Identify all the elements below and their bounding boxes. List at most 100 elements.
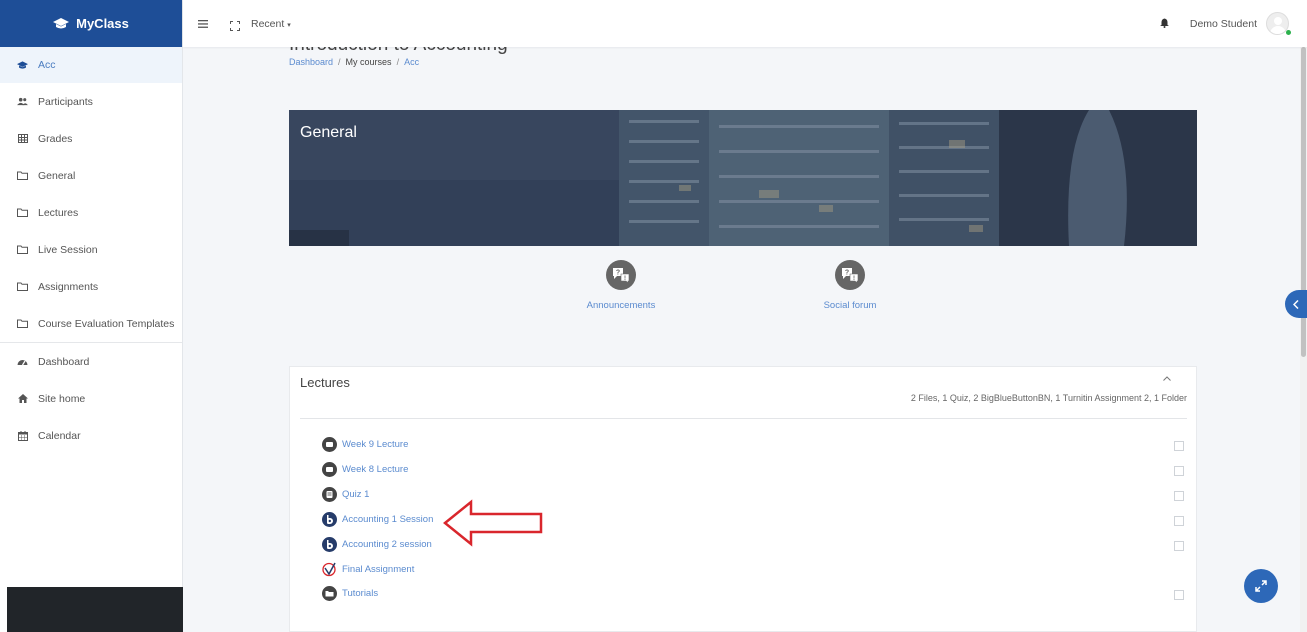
folder-icon: [17, 170, 28, 181]
hamburger-menu-icon[interactable]: [198, 17, 210, 31]
sidebar-item-site-home[interactable]: Site home: [0, 380, 182, 417]
dashboard-icon: [17, 356, 28, 367]
folder-icon: [17, 281, 28, 292]
completion-checkbox[interactable]: [1174, 590, 1184, 600]
section-banner: General: [289, 110, 1197, 246]
sidebar-item-label: Site home: [38, 392, 86, 405]
sidebar-item-assignments[interactable]: Assignments: [0, 268, 182, 305]
forum-icon: ?!: [835, 260, 865, 290]
breadcrumb-acc[interactable]: Acc: [404, 57, 419, 67]
graduation-cap-icon: [53, 17, 70, 28]
topbar: Recent ▾ Demo Student: [183, 0, 1307, 47]
breadcrumb-dashboard[interactable]: Dashboard: [289, 57, 333, 67]
completion-checkbox[interactable]: [1174, 541, 1184, 551]
breadcrumb: Dashboard / My courses / Acc: [289, 57, 419, 67]
section-divider: [300, 418, 1187, 419]
fullscreen-icon[interactable]: [230, 18, 242, 31]
recent-dropdown[interactable]: Recent ▾: [251, 18, 291, 30]
users-icon: [17, 96, 28, 107]
folder-icon: [17, 207, 28, 218]
sidebar-item-calendar[interactable]: Calendar: [0, 417, 182, 454]
brand-name: MyClass: [76, 16, 129, 31]
completion-checkbox[interactable]: [1174, 491, 1184, 501]
user-name[interactable]: Demo Student: [1190, 18, 1257, 30]
folder-icon: [17, 318, 28, 329]
banner-title: General: [300, 124, 357, 141]
brand-logo[interactable]: MyClass: [0, 0, 182, 47]
user-area: Demo Student: [1159, 0, 1289, 47]
file-icon: [322, 437, 337, 452]
sidebar-item-label: Course Evaluation Templates: [38, 317, 175, 330]
expand-arrows-icon: [1255, 580, 1267, 592]
sidebar-item-grades[interactable]: Grades: [0, 120, 182, 157]
sidebar-footer: [7, 587, 183, 632]
activity-label: Week 8 Lecture: [342, 464, 409, 475]
activity-label: Accounting 2 session: [342, 539, 432, 550]
breadcrumb-separator: /: [396, 57, 400, 67]
sidebar-item-dashboard[interactable]: Dashboard: [0, 343, 182, 380]
calendar-icon: [17, 430, 28, 441]
activity-week-9-lecture[interactable]: Week 9 Lecture: [322, 437, 408, 452]
banner-image: [289, 110, 1197, 246]
expand-button[interactable]: [1244, 569, 1278, 603]
bigbluebutton-icon: [322, 537, 337, 552]
drawer-toggle-chevron-left-icon[interactable]: [1285, 290, 1307, 318]
online-status-dot: [1286, 30, 1291, 35]
home-icon: [17, 393, 28, 404]
sidebar-item-lectures[interactable]: Lectures: [0, 194, 182, 231]
section-summary: 2 Files, 1 Quiz, 2 BigBlueButtonBN, 1 Tu…: [910, 393, 1187, 403]
activity-label: Week 9 Lecture: [342, 439, 409, 450]
announcements-activity[interactable]: ?! Announcements: [566, 260, 676, 311]
completion-checkbox[interactable]: [1174, 441, 1184, 451]
sidebar-item-participants[interactable]: Participants: [0, 83, 182, 120]
graduation-cap-icon: [17, 60, 28, 71]
sidebar-item-course-evaluation-templates[interactable]: Course Evaluation Templates: [0, 305, 182, 342]
sidebar-item-acc[interactable]: Acc: [0, 47, 182, 83]
bigbluebutton-icon: [322, 512, 337, 527]
activity-label: Accounting 1 Session: [342, 514, 434, 525]
sidebar-item-general[interactable]: General: [0, 157, 182, 194]
sidebar-item-label: Assignments: [38, 280, 99, 293]
svg-text:!: !: [853, 276, 855, 282]
svg-text:?: ?: [845, 270, 849, 277]
sidebar-item-live-session[interactable]: Live Session: [0, 231, 182, 268]
svg-text:!: !: [624, 276, 626, 282]
activity-quiz-1[interactable]: Quiz 1: [322, 487, 369, 502]
social-forum-activity[interactable]: ?! Social forum: [795, 260, 905, 311]
forum-icon: ?!: [606, 260, 636, 290]
breadcrumb-separator: /: [338, 57, 341, 67]
announcements-label: Announcements: [586, 300, 656, 311]
lectures-section: Lectures 2 Files, 1 Quiz, 2 BigBlueButto…: [289, 366, 1197, 632]
activity-week-8-lecture[interactable]: Week 8 Lecture: [322, 462, 408, 477]
annotation-arrow-icon: [443, 499, 543, 547]
activity-tutorials[interactable]: Tutorials: [322, 586, 378, 601]
svg-text:?: ?: [616, 270, 620, 277]
sidebar-item-label: Participants: [38, 95, 93, 108]
page-scrollbar[interactable]: [1300, 47, 1307, 632]
activity-label: Final Assignment: [342, 564, 415, 575]
social-forum-label: Social forum: [823, 300, 877, 311]
activity-accounting-1-session[interactable]: Accounting 1 Session: [322, 512, 433, 527]
completion-checkbox[interactable]: [1174, 466, 1184, 476]
collapse-chevron-icon[interactable]: [1163, 373, 1171, 383]
sidebar-item-label: Lectures: [38, 206, 79, 219]
folder-icon: [17, 244, 28, 255]
breadcrumb-my-courses[interactable]: My courses: [346, 57, 392, 67]
turnitin-icon: [322, 562, 337, 577]
folder-icon: [322, 586, 337, 601]
sidebar-item-label: Calendar: [38, 429, 81, 442]
main-content: Introduction to Accounting Dashboard / M…: [183, 34, 1307, 632]
activity-accounting-2-session[interactable]: Accounting 2 session: [322, 537, 432, 552]
sidebar-item-label: General: [38, 169, 76, 182]
activity-final-assignment[interactable]: Final Assignment: [322, 562, 414, 577]
completion-checkbox[interactable]: [1174, 516, 1184, 526]
sidebar-item-label: Live Session: [38, 243, 98, 256]
section-title: Lectures: [300, 375, 350, 390]
table-icon: [17, 133, 28, 144]
sidebar-item-label: Grades: [38, 132, 73, 145]
bell-icon[interactable]: [1159, 15, 1169, 33]
caret-down-icon: ▾: [287, 21, 291, 29]
sidebar-item-label: Acc: [38, 59, 56, 71]
sidebar-item-label: Dashboard: [38, 355, 90, 368]
quiz-icon: [322, 487, 337, 502]
